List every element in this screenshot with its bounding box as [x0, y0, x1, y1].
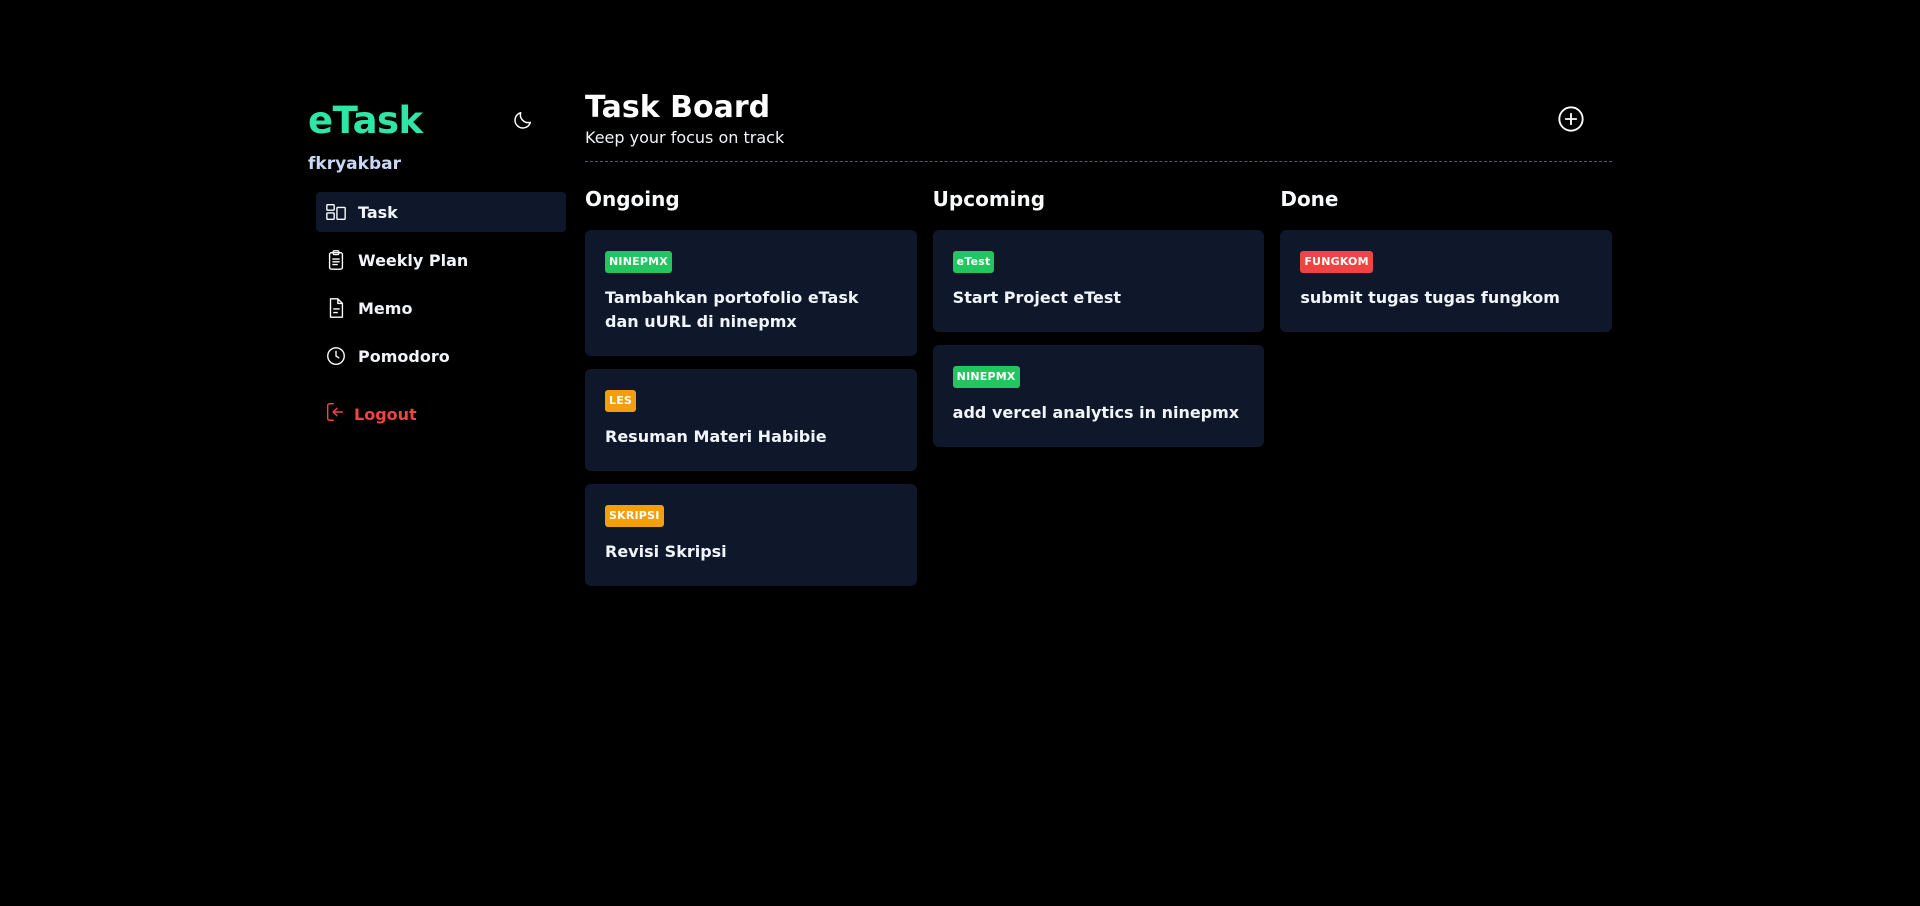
clipboard-icon: [324, 248, 348, 272]
task-tag: SKRIPSI: [605, 505, 664, 527]
moon-icon[interactable]: [508, 105, 538, 135]
logout-icon: [324, 401, 346, 427]
sidebar: eTask fkryakbar Task Weekly Plan Memo Po…: [308, 92, 566, 432]
column-title: Done: [1280, 187, 1339, 211]
task-card[interactable]: NINEPMX Tambahkan portofolio eTask dan u…: [585, 230, 917, 356]
task-card[interactable]: LES Resuman Materi Habibie: [585, 369, 917, 471]
task-tag: eTest: [952, 251, 995, 273]
app-root: eTask fkryakbar Task Weekly Plan Memo Po…: [0, 0, 1920, 906]
main-content: Task Board Keep your focus on track Ongo…: [585, 88, 1613, 599]
brand-row: eTask: [308, 92, 538, 148]
username: fkryakbar: [308, 154, 401, 174]
sidebar-item-label: Pomodoro: [358, 346, 450, 366]
sidebar-item-label: Weekly Plan: [358, 250, 469, 270]
add-task-button[interactable]: [1557, 105, 1585, 133]
task-card[interactable]: SKRIPSI Revisi Skripsi: [585, 484, 917, 586]
page-subtitle: Keep your focus on track: [585, 128, 785, 147]
app-logo[interactable]: eTask: [308, 99, 423, 142]
task-board-icon: [324, 200, 348, 224]
task-board: Ongoing NINEPMX Tambahkan portofolio eTa…: [585, 184, 1613, 599]
column-done: Done FUNGKOM submit tugas tugas fungkom: [1280, 184, 1613, 599]
sidebar-item-pomodoro[interactable]: Pomodoro: [316, 336, 566, 376]
page-header: Task Board Keep your focus on track: [585, 88, 1612, 162]
sidebar-item-task[interactable]: Task: [316, 192, 566, 232]
sidebar-item-memo[interactable]: Memo: [316, 288, 566, 328]
task-tag: NINEPMX: [605, 251, 672, 273]
plus-circle-icon: [1558, 106, 1584, 132]
task-title: Resuman Materi Habibie: [605, 427, 827, 446]
card-list: eTest Start Project eTest NINEPMX add ve…: [932, 230, 1265, 447]
task-card[interactable]: eTest Start Project eTest: [932, 230, 1265, 332]
column-upcoming: Upcoming eTest Start Project eTest NINEP…: [932, 184, 1265, 599]
sidebar-item-label: Task: [358, 202, 398, 222]
document-icon: [324, 296, 348, 320]
logout-label: Logout: [354, 404, 417, 424]
task-tag: FUNGKOM: [1300, 251, 1373, 273]
page-title: Task Board: [585, 90, 771, 125]
task-title: Revisi Skripsi: [605, 542, 727, 561]
logout-button[interactable]: Logout: [316, 396, 566, 432]
task-title: add vercel analytics in ninepmx: [952, 403, 1240, 422]
task-title: submit tugas tugas fungkom: [1300, 288, 1560, 307]
sidebar-item-label: Memo: [358, 298, 413, 318]
task-title: Start Project eTest: [952, 288, 1122, 307]
column-title: Upcoming: [932, 187, 1046, 211]
task-tag: LES: [605, 390, 637, 412]
column-title: Ongoing: [585, 187, 680, 211]
task-title: Tambahkan portofolio eTask dan uURL di n…: [605, 288, 859, 331]
task-card[interactable]: FUNGKOM submit tugas tugas fungkom: [1280, 230, 1613, 332]
task-card[interactable]: NINEPMX add vercel analytics in ninepmx: [932, 345, 1265, 447]
column-ongoing: Ongoing NINEPMX Tambahkan portofolio eTa…: [585, 184, 917, 599]
card-list: FUNGKOM submit tugas tugas fungkom: [1280, 230, 1613, 332]
task-tag: NINEPMX: [952, 366, 1020, 388]
sidebar-nav: Task Weekly Plan Memo Pomodoro: [316, 192, 566, 376]
card-list: NINEPMX Tambahkan portofolio eTask dan u…: [585, 230, 917, 586]
clock-icon: [324, 344, 348, 368]
sidebar-item-weekly-plan[interactable]: Weekly Plan: [316, 240, 566, 280]
